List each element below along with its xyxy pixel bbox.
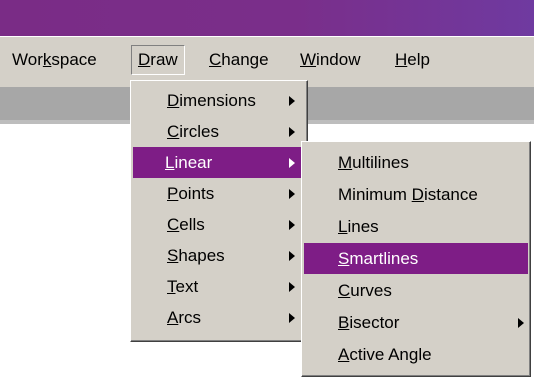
submenu-arrow-icon	[289, 313, 295, 323]
menu-item-arcs-label-post: rcs	[178, 308, 202, 327]
draw-menu: Dimensions Circles Linear Points Cells S…	[130, 80, 308, 342]
menu-item-arcs-mnemonic: A	[167, 308, 179, 327]
menu-item-cells-label-post: ells	[179, 215, 205, 234]
menu-workspace-label-post: space	[51, 50, 97, 69]
menu-item-text[interactable]: Text	[133, 271, 305, 302]
menu-item-active-angle-mnemonic: A	[338, 345, 350, 364]
menu-item-minimum-distance-mnemonic: D	[411, 185, 424, 204]
menu-item-shapes-mnemonic: S	[167, 246, 179, 265]
submenu-arrow-icon	[289, 96, 295, 106]
menu-item-smartlines-mnemonic: S	[338, 249, 350, 268]
menu-item-multilines-label-post: ultilines	[352, 153, 409, 172]
menu-item-points[interactable]: Points	[133, 178, 305, 209]
submenu-arrow-icon	[289, 127, 295, 137]
menu-item-cells-mnemonic: C	[167, 215, 180, 234]
menu-help[interactable]: Help	[389, 46, 436, 74]
submenu-arrow-icon	[289, 220, 295, 230]
menu-item-multilines[interactable]: Multilines	[304, 147, 528, 178]
menu-draw-label-post: raw	[150, 50, 178, 69]
menu-draw[interactable]: Draw	[131, 45, 185, 75]
menu-item-linear[interactable]: Linear	[133, 147, 305, 178]
menu-item-smartlines[interactable]: Smartlines	[304, 243, 528, 274]
menu-item-curves-mnemonic: C	[338, 281, 351, 300]
menu-item-points-mnemonic: P	[167, 184, 179, 203]
menu-item-multilines-mnemonic: M	[338, 153, 353, 172]
menu-item-lines-label-post: ines	[347, 217, 379, 236]
menu-item-shapes[interactable]: Shapes	[133, 240, 305, 271]
menu-window-label-post: indow	[316, 50, 361, 69]
menu-item-dimensions-label-post: imensions	[179, 91, 256, 110]
menu-item-curves[interactable]: Curves	[304, 275, 528, 306]
menu-change-mnemonic: C	[209, 50, 222, 69]
menu-item-text-mnemonic: T	[167, 277, 176, 296]
menu-item-minimum-distance-label-post: istance	[423, 185, 478, 204]
menu-change-label-post: hange	[221, 50, 269, 69]
menu-item-circles-label-post: ircles	[179, 122, 219, 141]
menu-item-circles-mnemonic: C	[167, 122, 180, 141]
submenu-arrow-icon	[518, 318, 524, 328]
submenu-arrow-icon	[289, 251, 295, 261]
menu-window[interactable]: Window	[294, 46, 366, 74]
title-bar	[0, 0, 534, 36]
menu-item-cells[interactable]: Cells	[133, 209, 305, 240]
menu-item-active-angle-label-post: ctive Angle	[349, 345, 432, 364]
menu-item-active-angle[interactable]: Active Angle	[304, 339, 528, 370]
menu-item-circles[interactable]: Circles	[133, 116, 305, 147]
menu-window-mnemonic: W	[300, 50, 317, 69]
menu-item-bisector-label-post: isector	[349, 313, 400, 332]
menu-item-minimum-distance[interactable]: Minimum Distance	[304, 179, 528, 210]
menu-change[interactable]: Change	[203, 46, 275, 74]
menu-item-shapes-label-post: hapes	[178, 246, 225, 265]
menu-item-linear-label-post: inear	[174, 153, 213, 172]
menu-item-smartlines-label-post: martlines	[349, 249, 419, 268]
menu-item-text-label-post: ext	[175, 277, 199, 296]
menu-workspace-label-pre: Wor	[12, 50, 43, 69]
menu-item-curves-label-post: urves	[350, 281, 392, 300]
menu-item-dimensions[interactable]: Dimensions	[133, 85, 305, 116]
menu-help-mnemonic: H	[395, 50, 408, 69]
menu-workspace[interactable]: Workspace	[6, 46, 103, 74]
submenu-arrow-icon	[289, 282, 295, 292]
submenu-arrow-icon	[289, 158, 295, 168]
linear-submenu: Multilines Minimum Distance Lines Smartl…	[301, 141, 531, 377]
menu-item-dimensions-mnemonic: D	[167, 91, 180, 110]
menu-item-points-label-post: oints	[178, 184, 215, 203]
menu-help-label-post: elp	[407, 50, 430, 69]
menu-item-bisector-mnemonic: B	[338, 313, 350, 332]
menu-draw-mnemonic: D	[138, 50, 151, 69]
menu-item-minimum-distance-label-pre: Minimum	[338, 185, 412, 204]
submenu-arrow-icon	[289, 189, 295, 199]
menu-item-bisector[interactable]: Bisector	[304, 307, 528, 338]
menu-item-lines[interactable]: Lines	[304, 211, 528, 242]
menu-item-arcs[interactable]: Arcs	[133, 302, 305, 333]
